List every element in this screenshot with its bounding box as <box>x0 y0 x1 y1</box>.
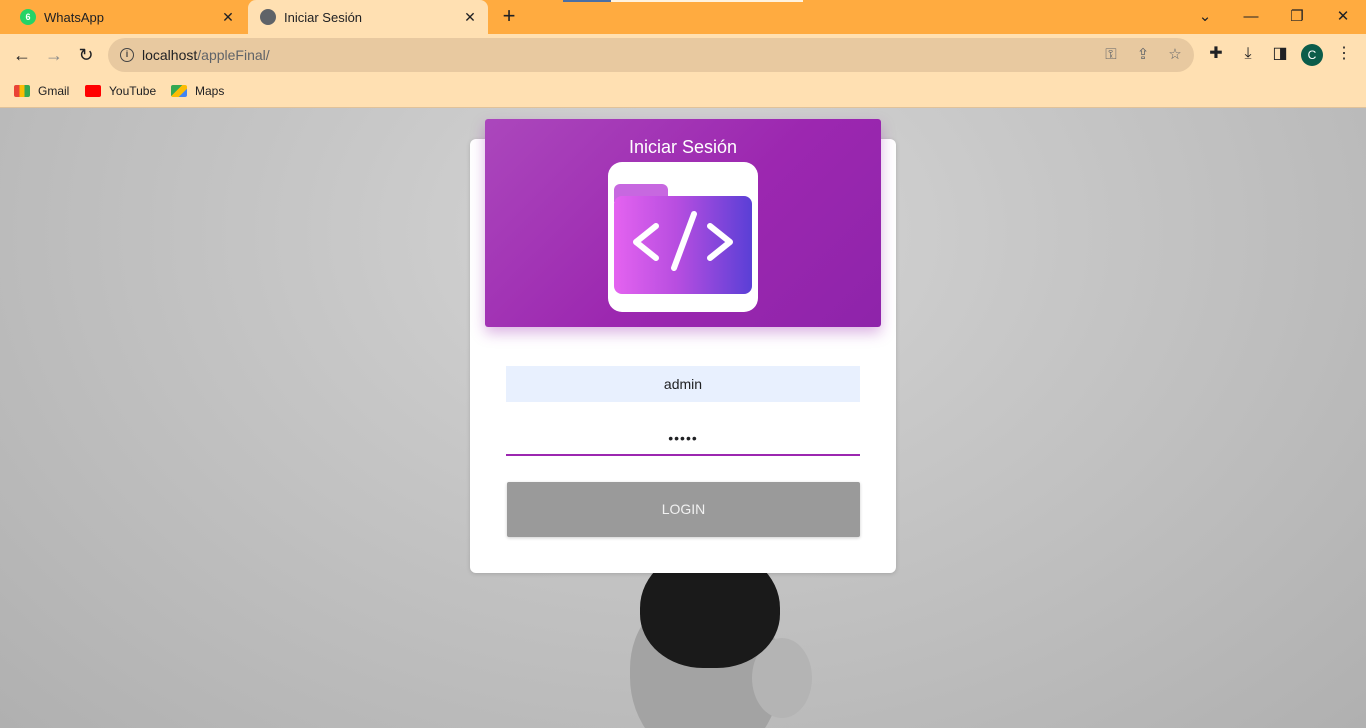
login-button[interactable]: LOGIN <box>507 482 860 537</box>
code-folder-icon <box>614 196 752 294</box>
youtube-icon <box>85 85 101 97</box>
whatsapp-icon: 6 <box>20 9 36 25</box>
url-text[interactable]: localhost/appleFinal/ <box>142 47 270 63</box>
bookmark-gmail[interactable]: Gmail <box>14 82 69 100</box>
bookmark-label: YouTube <box>109 84 157 98</box>
download-icon[interactable]: ⤓ <box>1238 44 1258 64</box>
username-field[interactable]: admin <box>506 366 860 402</box>
close-icon[interactable]: ✕ <box>220 9 236 25</box>
close-icon[interactable]: ✕ <box>462 9 478 25</box>
login-header: Iniciar Sesión <box>485 119 881 327</box>
bookmark-label: Gmail <box>38 84 70 98</box>
tab-whatsapp[interactable]: 6 WhatsApp ✕ <box>8 0 246 34</box>
new-tab-button[interactable]: + <box>498 5 520 28</box>
maps-icon <box>171 85 187 97</box>
back-button[interactable]: ← <box>8 41 36 69</box>
url-path: /appleFinal/ <box>197 47 270 63</box>
bookmark-star-icon[interactable]: ☆ <box>1166 46 1184 64</box>
url-host: localhost <box>142 47 198 63</box>
tab-title: WhatsApp <box>44 9 104 25</box>
profile-avatar[interactable]: C <box>1301 44 1323 66</box>
gmail-icon <box>14 85 30 97</box>
tab-strip: 6 WhatsApp ✕ Iniciar Sesión ✕ + ⌄ — ❐ ✕ <box>0 0 1366 34</box>
extensions-icon[interactable]: ✚ <box>1206 44 1226 64</box>
restore-button[interactable]: ❐ <box>1284 4 1310 30</box>
tab-iniciar-sesion[interactable]: Iniciar Sesión ✕ <box>248 0 488 34</box>
bookmarks-bar: Gmail YouTube Maps <box>0 75 1366 108</box>
bookmark-youtube[interactable]: YouTube <box>85 82 156 100</box>
minimize-button[interactable]: — <box>1238 4 1264 30</box>
code-folder-logo <box>608 162 758 312</box>
side-panel-icon[interactable]: ◨ <box>1270 44 1290 64</box>
globe-icon <box>260 9 276 25</box>
bookmark-maps[interactable]: Maps <box>171 82 224 100</box>
close-window-button[interactable]: ✕ <box>1330 4 1356 30</box>
address-bar[interactable]: i localhost/appleFinal/ ⚿ ⇪ ☆ <box>108 38 1194 72</box>
tab-search-button[interactable]: ⌄ <box>1192 4 1218 30</box>
password-field[interactable]: ••••• <box>506 420 860 456</box>
key-icon[interactable]: ⚿ <box>1102 46 1120 64</box>
browser-toolbar: ← → ↻ i localhost/appleFinal/ ⚿ ⇪ ☆ ✚ ⤓ … <box>0 34 1366 75</box>
code-brackets-icon <box>633 211 733 271</box>
share-icon[interactable]: ⇪ <box>1134 46 1152 64</box>
tab-title: Iniciar Sesión <box>284 9 363 25</box>
bookmark-label: Maps <box>195 84 225 98</box>
page-background: Iniciar Sesión admin ••••• LOGIN <box>0 108 1366 728</box>
login-title: Iniciar Sesión <box>628 137 738 157</box>
menu-icon[interactable]: ⋮ <box>1334 44 1354 64</box>
forward-button[interactable]: → <box>40 41 68 69</box>
site-info-icon[interactable]: i <box>120 48 134 62</box>
tab-strip-accent-blue <box>563 0 611 2</box>
reload-button[interactable]: ↻ <box>72 41 100 69</box>
